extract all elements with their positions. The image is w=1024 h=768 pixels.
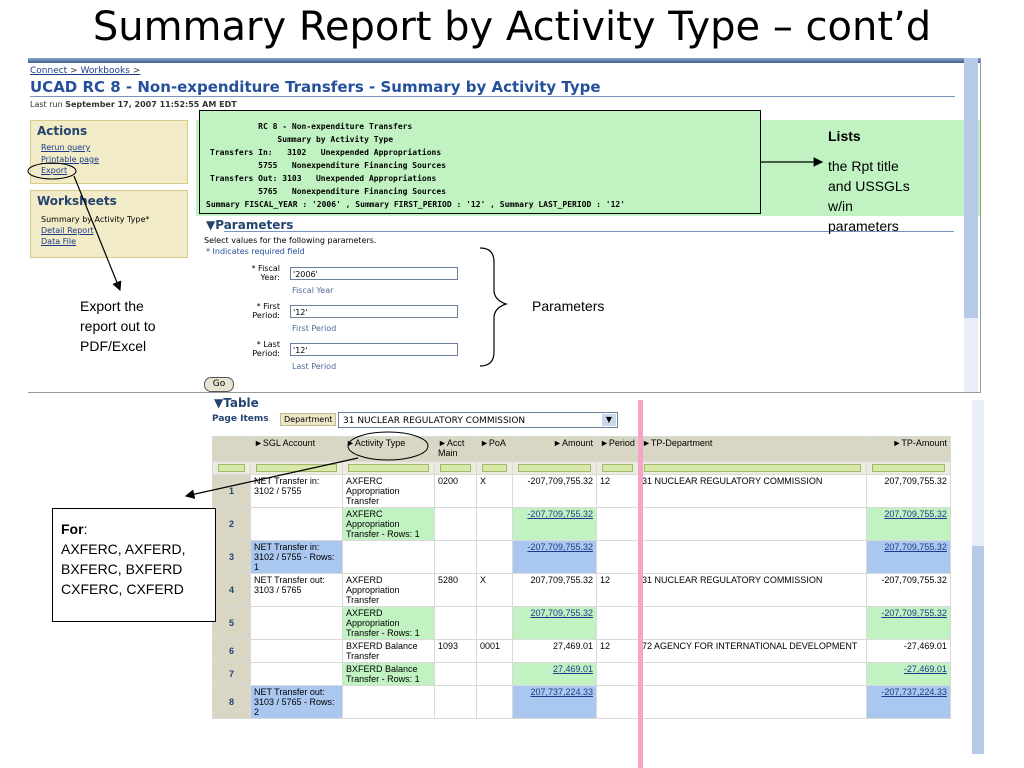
annotation-overlay: [27, 157, 824, 499]
activity-type-highlight-ellipse: [347, 431, 429, 461]
parameters-brace: [479, 247, 508, 367]
export-highlight-ellipse: [27, 162, 77, 180]
export-arrow: [73, 175, 122, 292]
activity-type-arrow: [184, 457, 359, 499]
